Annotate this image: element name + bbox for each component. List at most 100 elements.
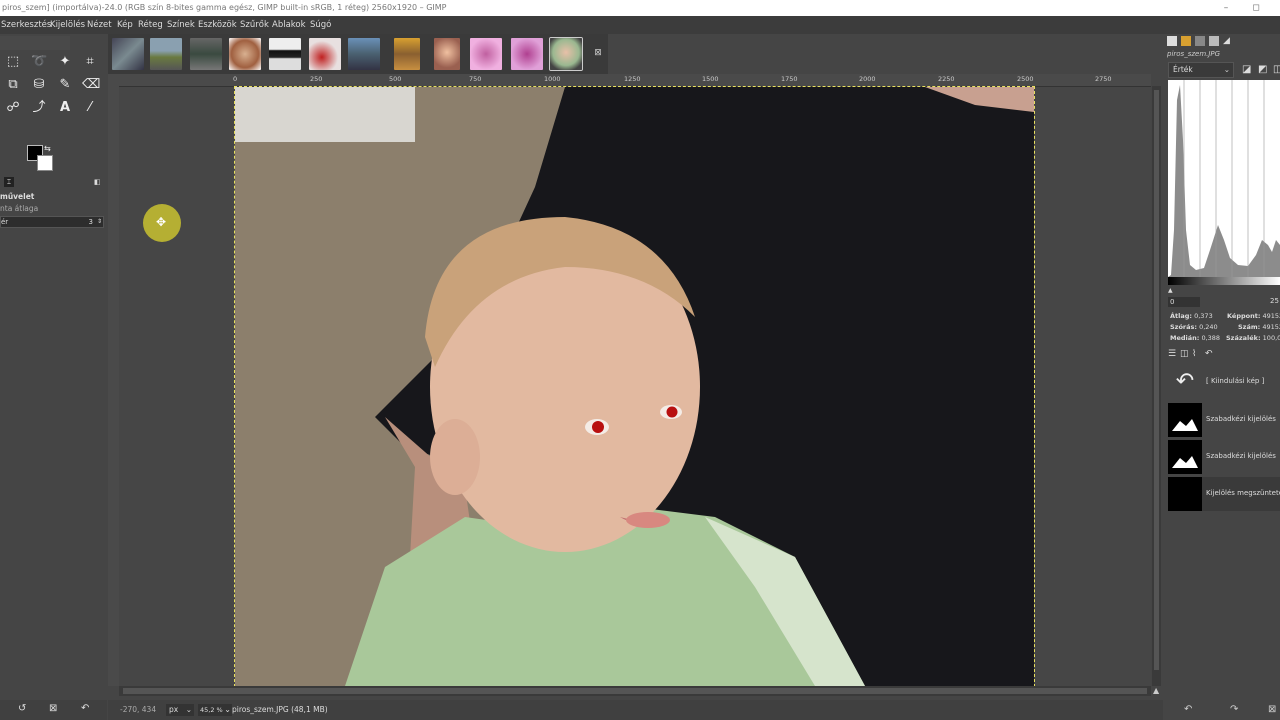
histogram-graph — [1168, 80, 1280, 277]
image-canvas-photo[interactable] — [234, 86, 1035, 687]
bucket-fill-icon[interactable]: ⛁ — [31, 77, 47, 93]
stat-mean: Átlag: 0,373 — [1170, 312, 1213, 320]
path-icon[interactable]: ⤴ — [31, 100, 47, 116]
vertical-scrollbar[interactable] — [1152, 86, 1161, 686]
layers-tab-icon[interactable]: ☰ — [1168, 349, 1176, 359]
image-tab[interactable] — [348, 38, 380, 70]
histogram-tab-icon[interactable] — [1167, 36, 1177, 46]
history-item[interactable]: Szabadkézi kijelölés — [1168, 403, 1280, 437]
horizontal-scroll-thumb[interactable] — [123, 688, 1147, 694]
restore-defaults-icon[interactable]: ↺ — [18, 703, 26, 714]
close-tab-icon[interactable]: ⊠ — [592, 46, 604, 60]
menu-layer[interactable]: Réteg — [138, 16, 163, 34]
menu-view[interactable]: Nézet — [87, 16, 112, 34]
tool-options-icon[interactable]: ⌶ — [4, 177, 14, 187]
image-tab[interactable] — [269, 38, 301, 70]
maximize-button[interactable]: ◻ — [1246, 0, 1266, 16]
toolbox: ⬚ ➰ ✦ ⌗ ⧉ ⛁ ✎ ⌫ ☍ ⤴ A ⁄ — [0, 34, 107, 700]
images-tab-icon[interactable] — [1195, 36, 1205, 46]
horizontal-scrollbar[interactable] — [119, 686, 1151, 696]
ruler-tick-label: 2000 — [859, 75, 876, 83]
image-tab[interactable] — [190, 38, 222, 70]
history-item[interactable]: ↶ [ Kiindulási kép ] — [1168, 365, 1280, 399]
histogram-plot[interactable] — [1168, 80, 1280, 277]
image-tab[interactable] — [309, 38, 341, 70]
menu-filters[interactable]: Szűrők — [240, 16, 269, 34]
redo-button-icon[interactable]: ↷ — [1230, 704, 1238, 715]
image-tab[interactable] — [229, 38, 261, 70]
text-tool-icon[interactable]: A — [57, 100, 73, 116]
range-slider-handle-icon[interactable]: ▲ — [1168, 287, 1173, 294]
channel-select[interactable]: Érték ⌄ — [1168, 62, 1234, 78]
radius-spinner[interactable]: ér 3 ⇕ — [0, 216, 104, 228]
channels-tab-icon[interactable]: ◢ — [1223, 36, 1230, 46]
chevron-down-icon: ⌄ — [1223, 65, 1230, 74]
menu-help[interactable]: Súgó — [310, 16, 331, 34]
image-tab[interactable] — [511, 38, 543, 70]
minimize-button[interactable]: – — [1216, 0, 1236, 16]
clear-history-icon[interactable]: ⊠ — [1268, 704, 1276, 715]
log-histogram-icon[interactable]: ◩ — [1258, 64, 1267, 75]
menu-edit[interactable]: Szerkesztés — [1, 16, 51, 34]
image-tab[interactable] — [470, 38, 502, 70]
image-tabs: ⊠ — [108, 34, 608, 74]
panel-menu-icon[interactable]: ◧ — [94, 178, 101, 186]
channels-tab-icon[interactable]: ◫ — [1180, 349, 1189, 359]
ruler-tick-label: 750 — [469, 75, 482, 83]
histogram-options-icon[interactable]: ◫ — [1273, 64, 1280, 75]
lasso-icon[interactable]: ➰ — [31, 54, 47, 70]
history-item-active[interactable]: Kijelölés megszüntetése — [1168, 477, 1280, 511]
image-tab-active[interactable] — [550, 38, 582, 70]
histogram-gradient — [1168, 277, 1280, 285]
undo-history-tab-icon[interactable]: ↶ — [1205, 349, 1213, 359]
image-tab[interactable] — [394, 38, 420, 70]
history-item-label: Kijelölés megszüntetése — [1206, 489, 1280, 497]
eraser-icon[interactable]: ⌫ — [82, 77, 100, 93]
history-item-label: Szabadkézi kijelölés — [1206, 452, 1276, 460]
paintbrush-icon[interactable]: ✎ — [57, 77, 73, 93]
delete-preset-icon[interactable]: ⊠ — [49, 703, 57, 714]
image-tab[interactable] — [434, 38, 460, 70]
unit-select[interactable]: px ⌄ — [166, 704, 194, 716]
unit-value: px — [169, 705, 179, 714]
colors-tab-icon[interactable] — [1181, 36, 1191, 46]
stat-label: Szám: — [1238, 323, 1261, 331]
menu-colors[interactable]: Színek — [167, 16, 195, 34]
transform-icon[interactable]: ⧉ — [5, 77, 21, 93]
channel-value: Érték — [1173, 65, 1193, 74]
zoom-value: 45,2 % — [200, 706, 223, 714]
fuzzy-select-icon[interactable]: ✦ — [57, 54, 73, 70]
image-tab[interactable] — [112, 38, 144, 70]
crop-icon[interactable]: ⌗ — [82, 54, 98, 70]
menu-windows[interactable]: Ablakok — [272, 16, 306, 34]
linear-histogram-icon[interactable]: ◪ — [1242, 64, 1251, 75]
baby-photo-illustration — [235, 87, 1034, 686]
range-min-input[interactable]: 0 — [1168, 297, 1200, 307]
zoom-select[interactable]: 45,2 % ⌄ — [198, 704, 232, 716]
smudge-icon[interactable]: ☍ — [5, 100, 21, 116]
background-color-swatch[interactable] — [37, 155, 53, 171]
stat-value: 100,0 — [1262, 334, 1280, 342]
reset-icon[interactable]: ↶ — [81, 703, 89, 714]
navigate-icon[interactable]: ▲ — [1153, 686, 1159, 695]
histogram-image-name: piros_szem.JPG — [1167, 50, 1221, 58]
rect-select-icon[interactable]: ⬚ — [5, 54, 21, 70]
undo-arrow-icon: ↶ — [1168, 365, 1202, 399]
stat-pixels: Képpont: 49152 — [1227, 312, 1280, 320]
menu-image[interactable]: Kép — [117, 16, 133, 34]
horizontal-ruler[interactable]: 0 250 500 750 1000 1250 1500 1750 2000 2… — [119, 74, 1151, 87]
menu-bar: Szerkesztés Kijelölés Nézet Kép Réteg Sz… — [0, 16, 1280, 34]
image-tab[interactable] — [150, 38, 182, 70]
toolbox-header — [0, 36, 70, 50]
color-picker-icon[interactable]: ⁄ — [82, 100, 98, 116]
history-item[interactable]: Szabadkézi kijelölés — [1168, 440, 1280, 474]
vertical-scroll-thumb[interactable] — [1154, 90, 1159, 670]
menu-tools[interactable]: Eszközök — [198, 16, 237, 34]
menu-select[interactable]: Kijelölés — [50, 16, 85, 34]
chevron-down-icon: ⌄ — [224, 705, 231, 714]
paths-tab-icon[interactable]: ⌇ — [1192, 349, 1196, 359]
swap-colors-icon[interactable]: ⇆ — [44, 144, 51, 153]
undo-button-icon[interactable]: ↶ — [1184, 704, 1192, 715]
spinner-arrows-icon[interactable]: ⇕ — [97, 217, 102, 227]
layers-tab-icon[interactable] — [1209, 36, 1219, 46]
